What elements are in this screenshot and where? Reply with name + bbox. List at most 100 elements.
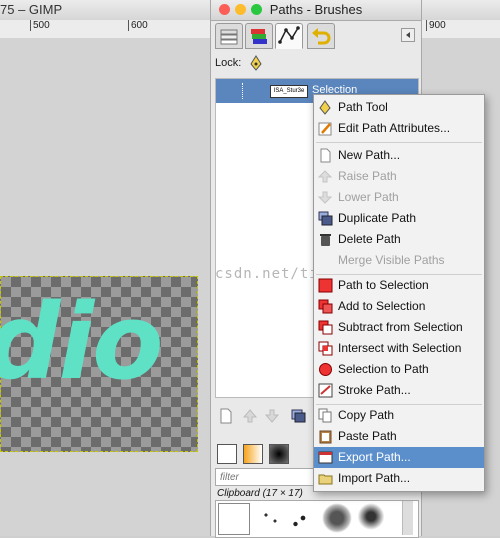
background-window-titlebar [420, 0, 500, 20]
undo-icon [312, 28, 331, 45]
paste-icon [318, 429, 333, 444]
menu-item-edit-path-attributes[interactable]: Edit Path Attributes... [314, 118, 484, 139]
menu-item-export-path[interactable]: Export Path... [314, 447, 484, 468]
import-icon [318, 471, 333, 486]
menu-item-label: Merge Visible Paths [338, 253, 445, 267]
menu-item-merge-visible-paths[interactable]: Merge Visible Paths [314, 250, 484, 271]
menu-item-stroke-path[interactable]: Stroke Path... [314, 380, 484, 401]
menu-item-label: Path Tool [338, 100, 388, 114]
arrow-down-icon [317, 190, 333, 205]
subtract-selection-icon [318, 320, 333, 335]
triangle-left-icon [406, 32, 410, 38]
menu-item-subtract-from-selection[interactable]: Subtract from Selection [314, 317, 484, 338]
menu-item-label: Raise Path [338, 169, 397, 183]
new-page-icon [318, 148, 333, 163]
brush-swatch-white[interactable] [217, 444, 237, 464]
menu-item-label: Copy Path [338, 408, 395, 422]
ruler-tick-600: 600 [128, 20, 148, 31]
menu-item-delete-path[interactable]: Delete Path [314, 229, 484, 250]
horizontal-ruler[interactable]: 500 600 [0, 20, 210, 39]
lower-path-button[interactable] [263, 407, 281, 425]
path-tool-icon [318, 100, 333, 115]
brush-set-label: Clipboard (17 × 17) [217, 488, 303, 499]
dialog-titlebar: Paths - Brushes [211, 0, 421, 21]
menu-item-label: Edit Path Attributes... [338, 121, 451, 135]
intersect-selection-icon [318, 341, 333, 356]
add-selection-icon [318, 299, 333, 314]
ruler-tick-900: 900 [426, 20, 446, 31]
stroke-icon [318, 383, 333, 398]
pattern-swatch[interactable] [269, 444, 289, 464]
pen-nib-icon [250, 55, 262, 71]
gimp-window-titlebar: 75 – GIMP [0, 0, 210, 21]
path-to-selection-icon [318, 278, 333, 293]
copy-icon [318, 408, 333, 423]
paths-context-menu: Path Tool Edit Path Attributes... New Pa… [313, 94, 485, 492]
brush-item[interactable] [288, 503, 318, 533]
duplicate-icon [291, 409, 306, 423]
new-path-button[interactable] [217, 407, 235, 425]
menu-item-import-path[interactable]: Import Path... [314, 468, 484, 489]
menu-separator [316, 142, 482, 143]
brush-scrollbar[interactable] [402, 501, 413, 535]
gimp-window-title: 75 – GIMP [0, 2, 63, 17]
menu-item-selection-to-path[interactable]: Selection to Path [314, 359, 484, 380]
brush-item[interactable] [254, 503, 284, 533]
menu-item-label: Stroke Path... [338, 383, 411, 397]
menu-item-path-to-selection[interactable]: Path to Selection [314, 275, 484, 296]
lock-label: Lock: [215, 57, 242, 69]
menu-item-label: Duplicate Path [338, 211, 417, 225]
menu-item-add-to-selection[interactable]: Add to Selection [314, 296, 484, 317]
menu-item-label: Subtract from Selection [338, 320, 463, 334]
layers-icon [220, 29, 238, 45]
brush-item[interactable] [356, 503, 386, 533]
brush-clipboard[interactable] [218, 503, 250, 535]
menu-item-paste-path[interactable]: Paste Path [314, 426, 484, 447]
menu-item-label: Export Path... [338, 450, 411, 464]
dialog-tabs [211, 20, 421, 50]
menu-item-copy-path[interactable]: Copy Path [314, 405, 484, 426]
tab-layers[interactable] [215, 23, 243, 49]
menu-item-label: Import Path... [338, 471, 411, 485]
gradient-swatch[interactable] [243, 444, 263, 464]
arrow-up-icon [242, 409, 258, 423]
canvas-artwork-text: dio [0, 281, 164, 403]
tab-paths[interactable] [275, 23, 303, 49]
edit-icon [318, 121, 333, 136]
selection-to-path-icon [318, 362, 333, 377]
menu-item-label: Path to Selection [338, 278, 429, 292]
visibility-toggle[interactable] [242, 83, 244, 99]
export-icon [318, 450, 333, 465]
menu-item-intersect-with-selection[interactable]: Intersect with Selection [314, 338, 484, 359]
menu-item-label: Selection to Path [338, 362, 429, 376]
raise-path-button[interactable] [241, 407, 259, 425]
menu-item-path-tool[interactable]: Path Tool [314, 97, 484, 118]
menu-item-label: Lower Path [338, 190, 399, 204]
duplicate-icon [318, 211, 333, 226]
ruler-tick-500: 500 [30, 20, 50, 31]
menu-item-lower-path[interactable]: Lower Path [314, 187, 484, 208]
brush-grid[interactable] [215, 500, 419, 538]
trash-icon [318, 232, 333, 247]
menu-item-label: Add to Selection [338, 299, 426, 313]
menu-item-label: New Path... [338, 148, 401, 162]
menu-item-duplicate-path[interactable]: Duplicate Path [314, 208, 484, 229]
tab-channels[interactable] [245, 23, 273, 49]
arrow-up-icon [317, 169, 333, 184]
arrow-down-icon [264, 409, 280, 423]
lock-strokes-toggle[interactable] [249, 55, 263, 74]
duplicate-path-button[interactable] [289, 407, 307, 425]
path-thumbnail: ISA_Stur3e [270, 85, 308, 98]
paths-icon [278, 26, 300, 44]
menu-item-label: Intersect with Selection [338, 341, 462, 355]
tab-undo-history[interactable] [307, 23, 335, 49]
new-page-icon [220, 408, 232, 424]
dialog-menu-button[interactable] [401, 28, 415, 42]
menu-item-label: Delete Path [338, 232, 401, 246]
menu-item-raise-path[interactable]: Raise Path [314, 166, 484, 187]
menu-item-new-path[interactable]: New Path... [314, 145, 484, 166]
brush-item[interactable] [322, 503, 352, 533]
background-ruler: 900 [420, 20, 500, 39]
channels-icon [251, 29, 267, 44]
lock-row: Lock: [211, 52, 421, 76]
